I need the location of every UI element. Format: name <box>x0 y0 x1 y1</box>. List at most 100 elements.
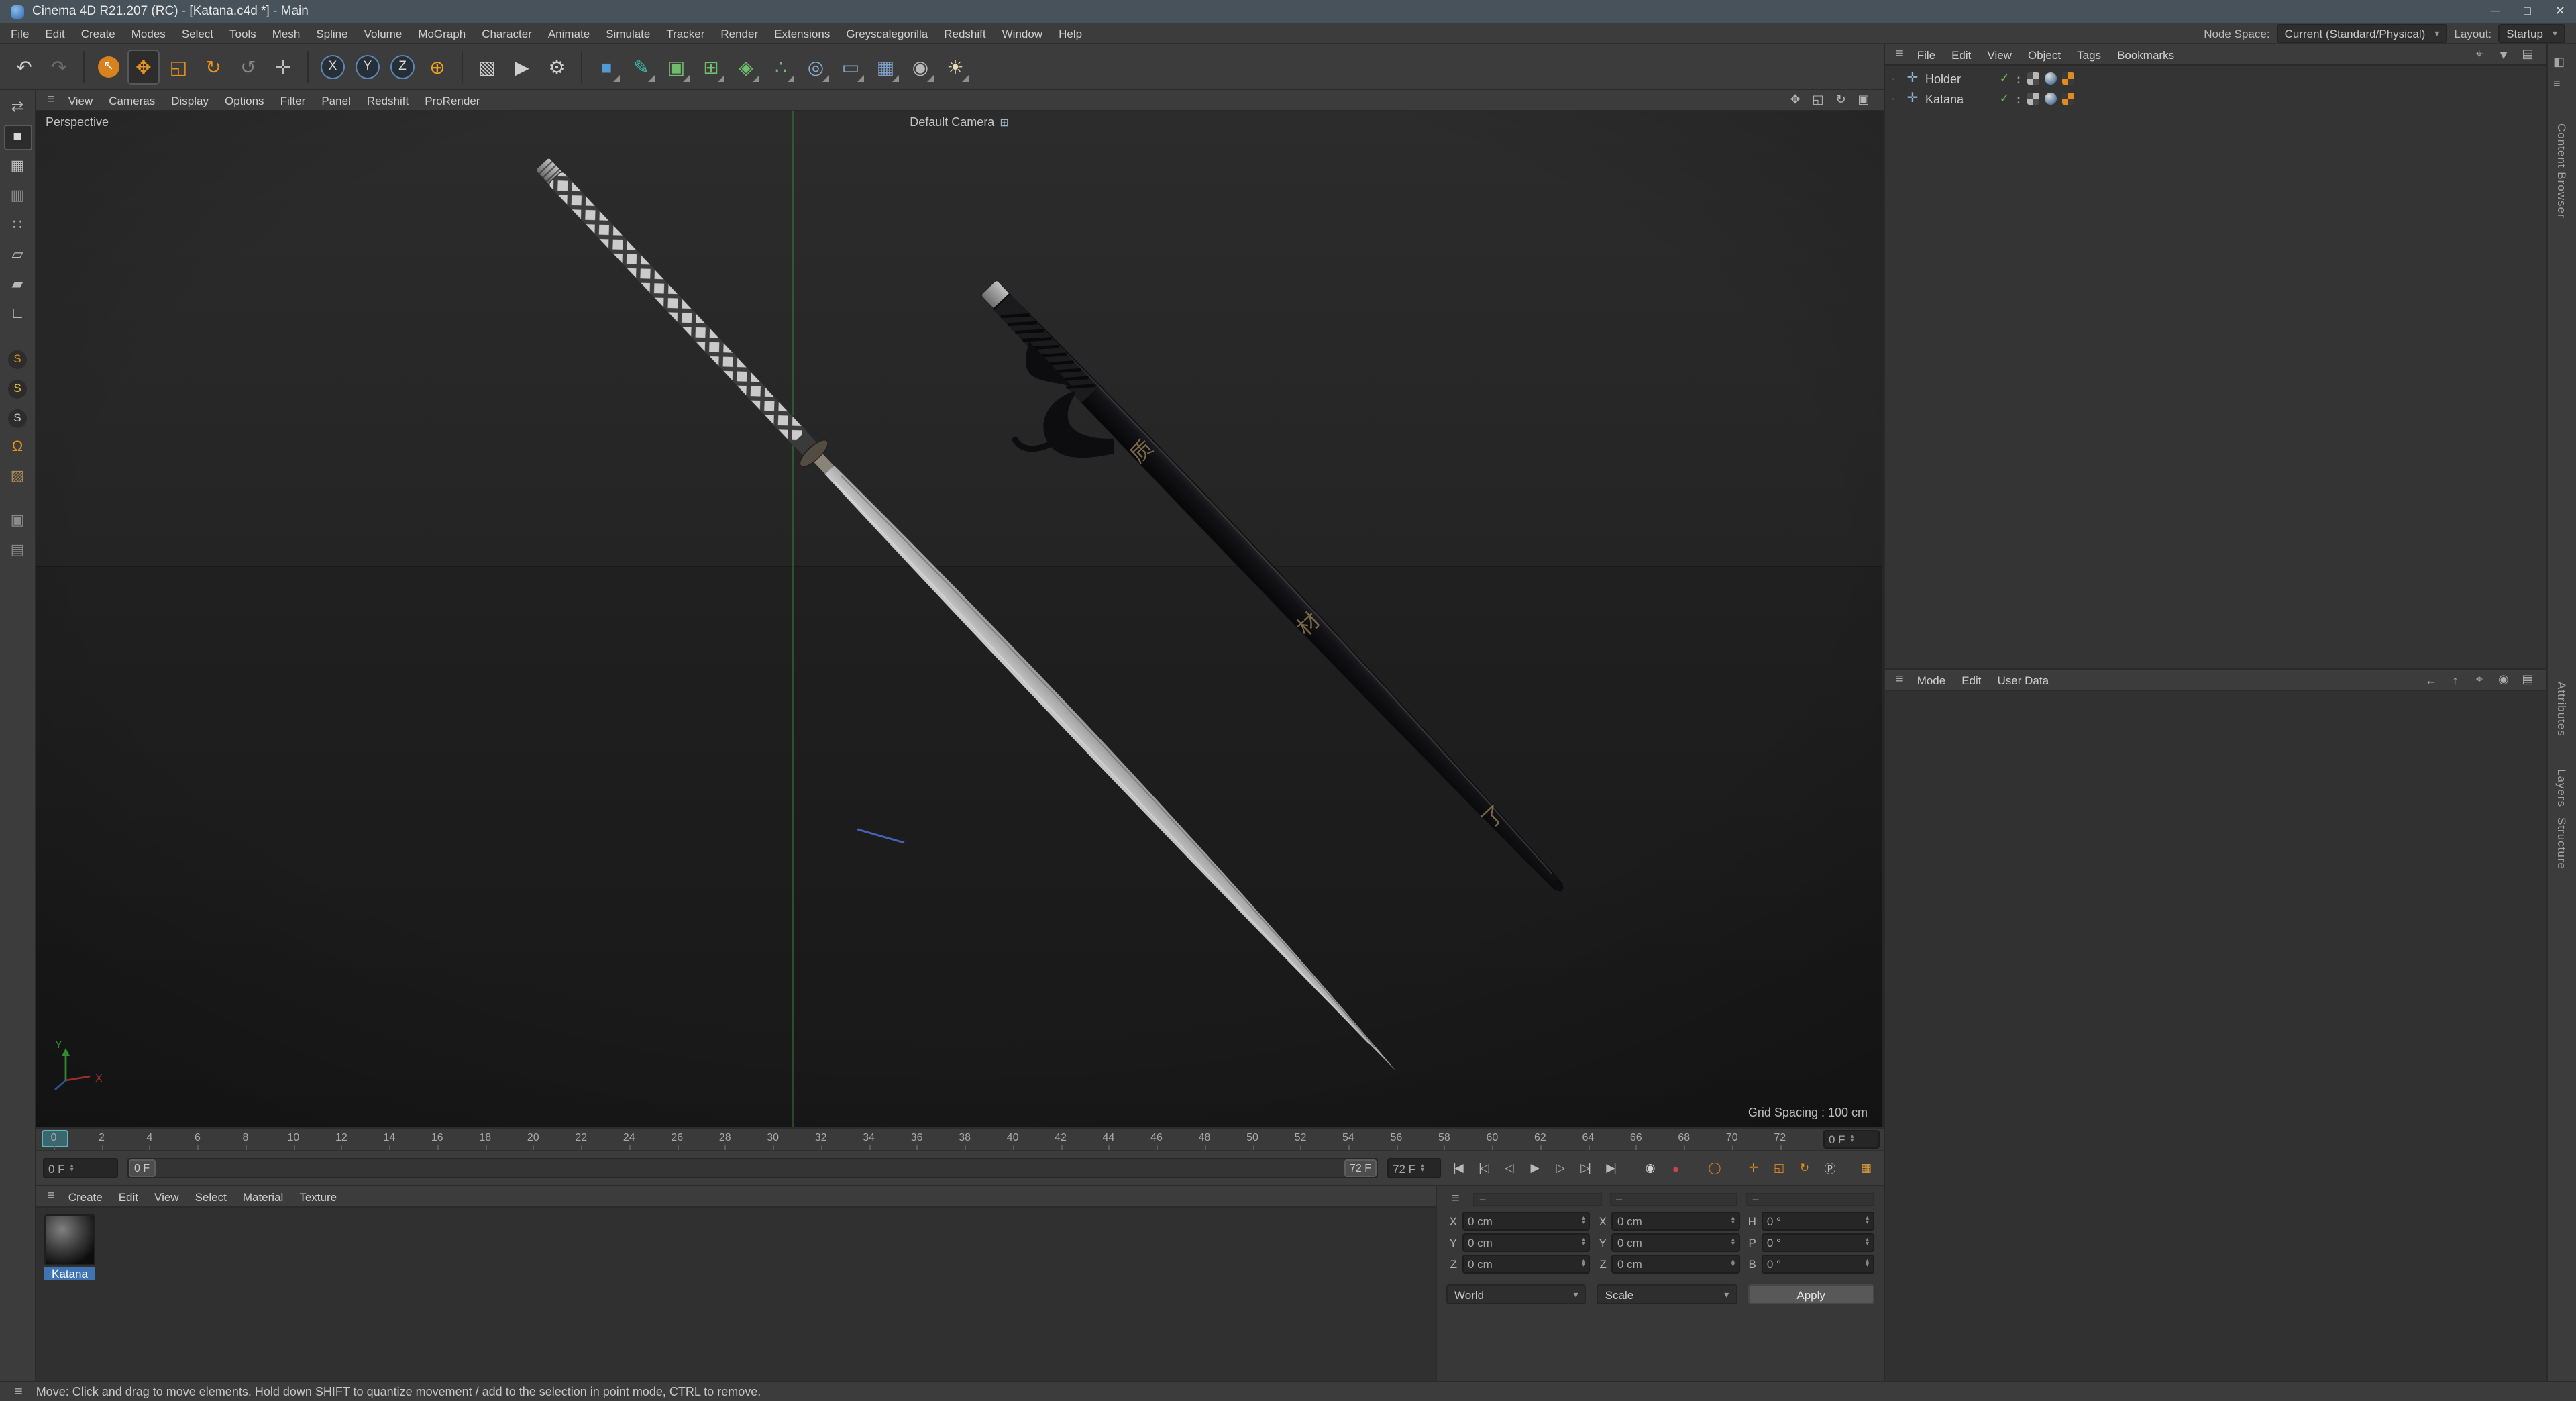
dock-tab-attributes[interactable]: Attributes <box>2555 682 2569 737</box>
autokey-button[interactable]: ◯ <box>1703 1157 1725 1180</box>
size-header[interactable]: – <box>1609 1192 1738 1206</box>
previous-key-button[interactable]: |◁ <box>1472 1157 1495 1180</box>
range-end-handle[interactable]: 72 F <box>1344 1159 1377 1177</box>
range-start-handle[interactable]: 0 F <box>129 1159 156 1177</box>
object-manager-menu-icon[interactable]: ≡ <box>1890 47 1909 62</box>
object-menu-edit[interactable]: Edit <box>1943 48 1979 61</box>
stepper-icon[interactable]: ▴ ▾ <box>1866 1237 1869 1247</box>
stepper-icon[interactable]: ▴ ▾ <box>1421 1163 1424 1173</box>
menu-modes[interactable]: Modes <box>123 26 174 40</box>
material-menu-select[interactable]: Select <box>187 1190 235 1203</box>
end-frame-field[interactable]: 72 F ▴ ▾ <box>1387 1158 1441 1178</box>
viewport-menu-filter[interactable]: Filter <box>272 93 314 107</box>
texture-mode[interactable]: ▦ <box>3 154 32 180</box>
menu-character[interactable]: Character <box>474 26 540 40</box>
uvw-tag-icon[interactable] <box>2062 72 2074 85</box>
dock-tab-layers[interactable]: Layers <box>2555 769 2569 807</box>
snap-settings[interactable]: S <box>3 346 32 372</box>
move-tool[interactable]: ✥ <box>127 49 160 84</box>
material-katana[interactable]: Katana <box>44 1214 95 1280</box>
add-cube-primitive[interactable]: ■ <box>590 49 623 84</box>
material-menu-edit[interactable]: Edit <box>111 1190 146 1203</box>
ruler-frame-field[interactable]: 0 F ▴ ▾ <box>1823 1130 1880 1149</box>
previous-frame-button[interactable]: ◁ <box>1497 1157 1520 1180</box>
material-thumbnail[interactable] <box>44 1214 95 1265</box>
rotate-tool[interactable]: ↻ <box>197 49 229 84</box>
rotation-p-input[interactable]: 0 ° ▴ ▾ <box>1761 1233 1874 1252</box>
status-menu-icon[interactable]: ≡ <box>9 1384 28 1399</box>
coordinate-system-toggle[interactable]: ⊕ <box>421 49 453 84</box>
goto-end-button[interactable]: ▶| <box>1599 1157 1622 1180</box>
scale-tool[interactable]: ◱ <box>162 49 195 84</box>
texture-tag-icon[interactable] <box>2027 93 2039 105</box>
timeline-layout-button[interactable]: ▦ <box>1854 1157 1877 1180</box>
stepper-icon[interactable]: ▴ ▾ <box>1731 1259 1735 1269</box>
coordinate-menu-icon[interactable]: ≡ <box>1446 1192 1465 1206</box>
subdivision-surface-generator[interactable]: ▣ <box>660 49 692 84</box>
key-position-toggle[interactable]: ✛ <box>1741 1157 1764 1180</box>
strip-menu-icon[interactable]: ≡ <box>2553 76 2561 90</box>
stepper-icon[interactable]: ▴ ▾ <box>1582 1259 1585 1269</box>
stepper-icon[interactable]: ▴ ▾ <box>1866 1216 1869 1226</box>
size-y-input[interactable]: 0 cm ▴ ▾ <box>1611 1233 1740 1252</box>
viewport-menu-redshift[interactable]: Redshift <box>359 93 417 107</box>
back-icon[interactable]: ← <box>2422 671 2440 688</box>
floor-object-menu[interactable]: ▦ <box>869 49 902 84</box>
panel-icon[interactable]: ▤ <box>2518 671 2537 688</box>
phong-tag-icon[interactable] <box>2045 72 2057 85</box>
search-icon[interactable]: ⌖ <box>2470 46 2489 63</box>
minimize-button[interactable]: ─ <box>2491 4 2500 19</box>
record-keyframe-button[interactable]: ◉ <box>1638 1157 1661 1180</box>
object-menu-tags[interactable]: Tags <box>2069 48 2109 61</box>
material-menu-texture[interactable]: Texture <box>291 1190 345 1203</box>
camera-label[interactable]: Default Camera ⊞ <box>910 115 1008 129</box>
points-mode[interactable]: ∷ <box>3 213 32 239</box>
undo-icon[interactable]: ↶ <box>8 49 40 84</box>
next-frame-button[interactable]: ▷ <box>1548 1157 1571 1180</box>
stepper-icon[interactable]: ▴ ▾ <box>1851 1134 1854 1144</box>
quantize-toggle[interactable]: ▨ <box>3 464 32 490</box>
goto-start-button[interactable]: |◀ <box>1446 1157 1469 1180</box>
attribute-menu-mode[interactable]: Mode <box>1909 673 1954 686</box>
toggle-view-icon[interactable]: ▣ <box>1854 91 1873 109</box>
size-z-input[interactable]: 0 cm ▴ ▾ <box>1611 1255 1740 1274</box>
maximize-button[interactable]: □ <box>2524 4 2531 19</box>
node-space-select[interactable]: Current (Standard/Physical) ▾ <box>2276 23 2448 42</box>
key-parameter-toggle[interactable]: Ⓟ <box>1818 1157 1841 1180</box>
menu-tracker[interactable]: Tracker <box>658 26 712 40</box>
deformers-menu[interactable]: ◈ <box>730 49 762 84</box>
object-menu-file[interactable]: File <box>1909 48 1943 61</box>
rotation-h-input[interactable]: 0 ° ▴ ▾ <box>1761 1212 1874 1231</box>
stepper-icon[interactable]: ▴ ▾ <box>1731 1216 1735 1226</box>
camera-menu-icon[interactable]: ⊞ <box>1000 116 1008 128</box>
z-axis-lock[interactable]: Z <box>386 49 419 84</box>
redo-icon[interactable]: ↷ <box>43 49 75 84</box>
workplane-mode[interactable]: ▥ <box>3 184 32 209</box>
mograph-cloner-menu[interactable]: ∴ <box>765 49 797 84</box>
viewport-menu-options[interactable]: Options <box>217 93 272 107</box>
snap-magnet[interactable]: Ω <box>3 435 32 460</box>
stepper-icon[interactable]: ▴ ▾ <box>1582 1216 1585 1226</box>
render-settings-button[interactable]: ⚙ <box>541 49 573 84</box>
stepper-icon[interactable]: ▴ ▾ <box>1866 1259 1869 1269</box>
key-scale-toggle[interactable]: ◱ <box>1767 1157 1790 1180</box>
menu-mesh[interactable]: Mesh <box>264 26 309 40</box>
stepper-icon[interactable]: ▴ ▾ <box>1731 1237 1735 1247</box>
lock-icon[interactable]: ◉ <box>2494 671 2513 688</box>
position-y-input[interactable]: 0 cm ▴ ▾ <box>1462 1233 1591 1252</box>
ruler-track[interactable]: 0 2 4 6 8 10 12 14 16 18 20 22 24 26 28 30 32 34 36 38 40 42 4… <box>36 1129 1819 1150</box>
timeline-ruler[interactable]: 0 2 4 6 8 10 12 14 16 18 20 22 24 26 28 30 32 34 36 38 40 42 4… <box>36 1127 1884 1150</box>
attribute-menu-user-data[interactable]: User Data <box>1990 673 2057 686</box>
viewport-menu-display[interactable]: Display <box>163 93 217 107</box>
up-icon[interactable]: ↑ <box>2446 671 2465 688</box>
spline-pen-tool[interactable]: ✎ <box>625 49 657 84</box>
position-header[interactable]: – <box>1472 1192 1602 1206</box>
dock-tab-content-browser[interactable]: Content Browser <box>2555 123 2569 219</box>
zoom-view-icon[interactable]: ◱ <box>1809 91 1827 109</box>
render-view-button[interactable]: ▧ <box>471 49 503 84</box>
camera-object-menu[interactable]: ◉ <box>904 49 936 84</box>
apply-button[interactable]: Apply <box>1748 1284 1874 1304</box>
simulation-menu[interactable]: ◎ <box>800 49 832 84</box>
titlebar[interactable]: Cinema 4D R21.207 (RC) - [Katana.c4d *] … <box>0 0 2576 23</box>
position-x-input[interactable]: 0 cm ▴ ▾ <box>1462 1212 1591 1231</box>
